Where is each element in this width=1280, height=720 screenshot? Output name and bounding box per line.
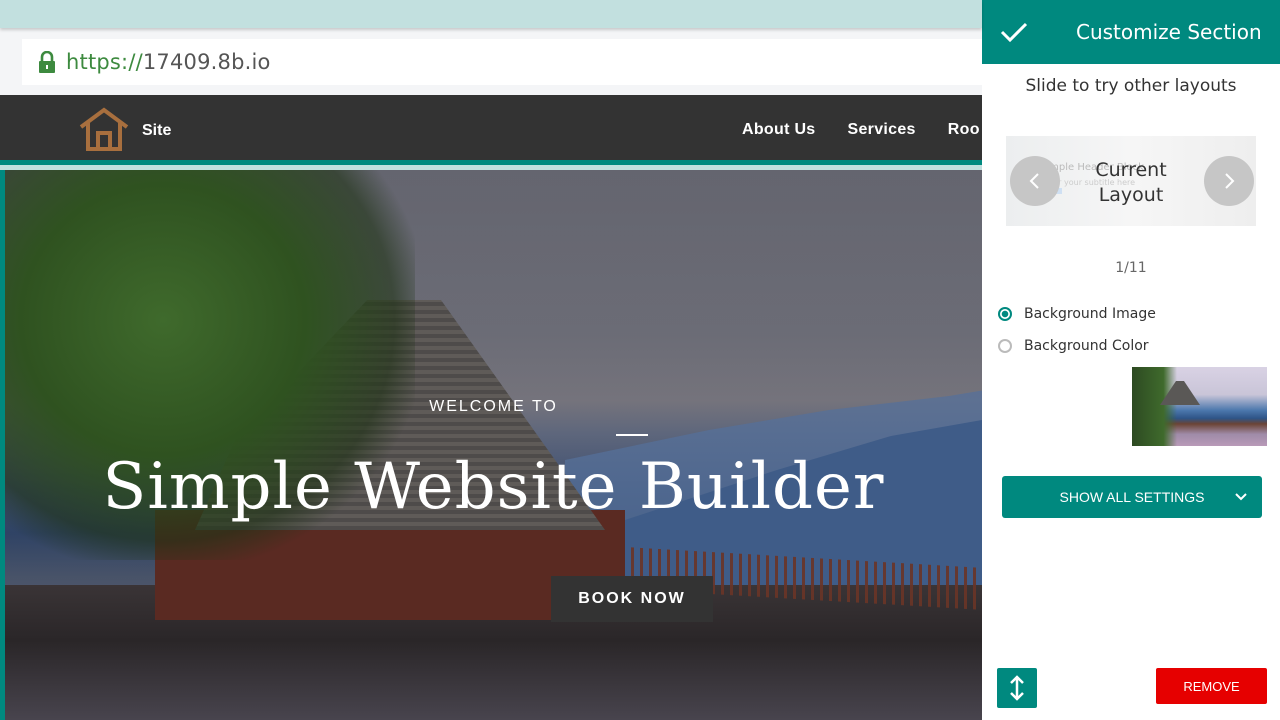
- house-logo-icon[interactable]: [78, 107, 130, 151]
- hero-section[interactable]: WELCOME TO Simple Website Builder BOOK N…: [0, 170, 982, 720]
- book-now-button[interactable]: BOOK NOW: [551, 576, 713, 622]
- move-section-button[interactable]: [997, 668, 1037, 708]
- vertical-arrows-icon: [1010, 675, 1024, 701]
- remove-section-button[interactable]: REMOVE: [1156, 668, 1267, 704]
- check-icon[interactable]: [1000, 21, 1028, 43]
- layout-page-indicator: 1/11: [1115, 260, 1147, 276]
- next-layout-button[interactable]: [1204, 156, 1254, 206]
- browser-toolbar: https://17409.8b.io: [0, 28, 982, 95]
- layout-hint: Slide to try other layouts: [1025, 76, 1237, 96]
- site-brand[interactable]: Site: [142, 122, 171, 140]
- background-image-thumbnail[interactable]: [1132, 367, 1267, 446]
- customize-section-panel: Customize Section Slide to try other lay…: [982, 0, 1280, 720]
- nav-link-services[interactable]: Services: [848, 121, 916, 139]
- hero-divider: [616, 434, 648, 436]
- nav-link-rooms[interactable]: Roo: [948, 121, 980, 139]
- layout-slider[interactable]: Simple Header Block Enter your subtitle …: [1006, 136, 1256, 226]
- lock-icon: [39, 51, 55, 73]
- hero-content: WELCOME TO Simple Website Builder BOOK N…: [5, 170, 982, 720]
- chevron-down-icon: [1235, 493, 1247, 501]
- nav-link-about-us[interactable]: About Us: [742, 121, 816, 139]
- url-text: https://17409.8b.io: [66, 50, 271, 74]
- panel-title: Customize Section: [1076, 20, 1262, 44]
- site-navbar: Site About Us Services Roo: [0, 95, 982, 165]
- address-bar[interactable]: https://17409.8b.io: [22, 39, 982, 85]
- background-color-option[interactable]: Background Color: [998, 338, 1149, 354]
- chevron-right-icon: [1225, 173, 1235, 189]
- show-all-settings-button[interactable]: SHOW ALL SETTINGS: [1002, 476, 1262, 518]
- browser-top-band: [0, 0, 982, 28]
- hero-eyebrow: WELCOME TO: [429, 398, 558, 415]
- chevron-left-icon: [1029, 173, 1039, 189]
- radio-selected[interactable]: [998, 307, 1012, 321]
- nav-links: About Us Services Roo: [742, 121, 980, 139]
- hero-title: Simple Website Builder: [102, 450, 885, 524]
- radio-unselected[interactable]: [998, 339, 1012, 353]
- panel-header: Customize Section: [982, 0, 1280, 64]
- previous-layout-button[interactable]: [1010, 156, 1060, 206]
- background-image-option[interactable]: Background Image: [998, 306, 1156, 322]
